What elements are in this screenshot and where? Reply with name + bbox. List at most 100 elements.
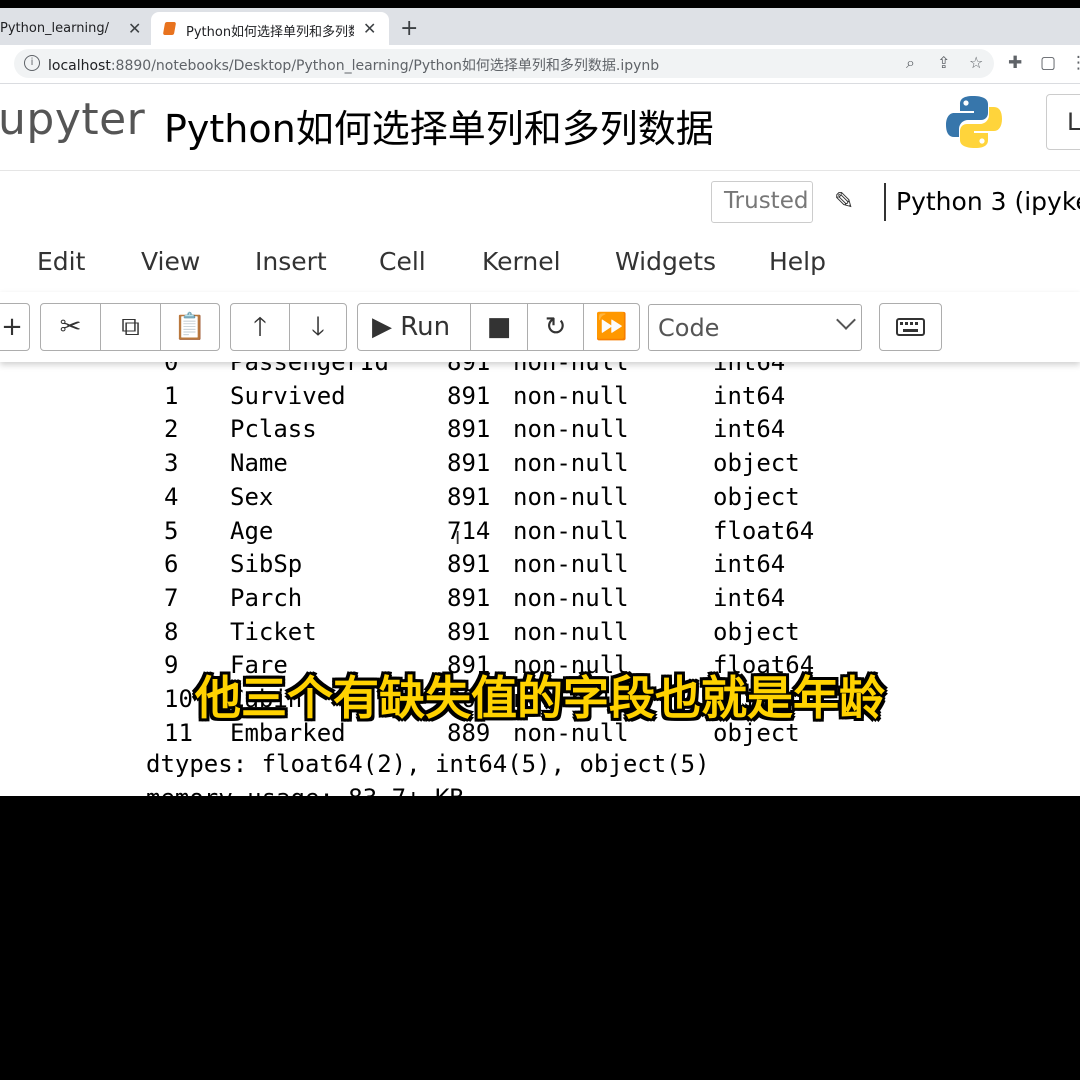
row-index: 7 [164, 583, 179, 612]
pencil-icon[interactable]: ✎ [834, 187, 854, 215]
keyboard-shortcuts-button[interactable] [879, 303, 942, 351]
video-subtitle: 他三个有缺失值的字段也就是年龄 [195, 671, 885, 725]
row-non-null-count: 891 [447, 583, 491, 612]
row-non-null-count: 891 [447, 381, 491, 410]
edit-group: ✂ ⧉ 📋 [40, 303, 220, 351]
trusted-indicator[interactable]: Trusted [711, 181, 813, 223]
row-dtype: object [713, 449, 800, 478]
row-non-null-label: non-null [513, 482, 629, 511]
row-dtype: float64 [713, 516, 815, 545]
row-index: 5 [164, 516, 179, 545]
copy-icon[interactable]: ⧉ [100, 304, 160, 350]
text-cursor-icon: I [455, 528, 461, 549]
run-button[interactable]: ▶ Run [358, 304, 470, 350]
move-up-icon[interactable]: 🡑 [231, 304, 289, 350]
kernel-divider [884, 183, 886, 221]
run-group: ▶ Run ■ ↻ ⏩ [357, 303, 640, 351]
row-column-name: Parch [230, 583, 303, 612]
star-icon[interactable]: ☆ [969, 53, 983, 72]
logout-button[interactable]: L [1046, 94, 1080, 150]
fast-forward-icon[interactable]: ⏩ [583, 304, 639, 350]
notebook-toolbar: + ✂ ⧉ 📋 🡑 🡓 ▶ Run ■ ↻ ⏩ Code [0, 292, 1080, 362]
extension-icon[interactable]: ✚ [1008, 53, 1022, 73]
chevron-down-icon [836, 310, 856, 330]
stop-icon[interactable]: ■ [470, 304, 527, 350]
jupyter-logo[interactable]: upyter [0, 94, 145, 145]
keyboard-icon [896, 318, 925, 336]
row-non-null-label: non-null [513, 617, 629, 646]
sidepanel-icon[interactable]: ▢ [1040, 53, 1056, 73]
add-cell-group: + [0, 303, 30, 351]
cell-type-select[interactable]: Code [648, 304, 862, 351]
row-index: 3 [164, 449, 179, 478]
tab-notebook-active[interactable]: Python如何选择单列和多列数据 ✕ [151, 12, 389, 45]
row-index: 0 [164, 362, 179, 376]
kernel-name[interactable]: Python 3 (ipyker [896, 187, 1080, 216]
row-non-null-label: non-null [513, 362, 629, 376]
menu-view[interactable]: View [141, 247, 200, 276]
share-icon[interactable]: ⇪ [937, 53, 950, 72]
tab-label: Python_learning/ [0, 21, 109, 36]
info-icon[interactable]: i [24, 55, 40, 71]
tab-python-learning[interactable]: Python_learning/ ✕ [0, 12, 150, 45]
row-dtype: int64 [713, 381, 786, 410]
row-non-null-label: non-null [513, 449, 629, 478]
row-index: 4 [164, 482, 179, 511]
row-non-null-label: non-null [513, 550, 629, 579]
menu-bar: Edit View Insert Cell Kernel Widgets Hel… [0, 234, 1080, 293]
tab-strip: Python_learning/ ✕ Python如何选择单列和多列数据 ✕ + [0, 8, 1080, 45]
row-column-name: Sex [230, 482, 274, 511]
row-non-null-count: 714 [447, 516, 491, 545]
row-non-null-label: non-null [513, 381, 629, 410]
row-index: 6 [164, 550, 179, 579]
url-path: :8890/notebooks/Desktop/Python_learning/… [110, 58, 660, 74]
menu-kernel[interactable]: Kernel [482, 247, 561, 276]
tab-label: Python如何选择单列和多列数据 [186, 25, 354, 40]
row-index: 8 [164, 617, 179, 646]
restart-icon[interactable]: ↻ [527, 304, 583, 350]
add-cell-icon[interactable]: + [0, 304, 29, 350]
more-icon[interactable]: ⋮ [1070, 53, 1080, 73]
address-bar[interactable]: i localhost:8890/notebooks/Desktop/Pytho… [14, 49, 994, 78]
notebook-title[interactable]: Python如何选择单列和多列数据 [164, 98, 714, 153]
row-dtype: object [713, 617, 800, 646]
row-non-null-count: 891 [447, 482, 491, 511]
jupyter-header: upyter Python如何选择单列和多列数据 L [0, 84, 1080, 170]
python-logo-icon [946, 96, 1002, 148]
menu-cell[interactable]: Cell [379, 247, 426, 276]
close-tab-icon[interactable]: ✕ [363, 19, 376, 38]
row-column-name: SibSp [230, 550, 303, 579]
row-non-null-label: non-null [513, 583, 629, 612]
menu-help[interactable]: Help [769, 247, 826, 276]
row-column-name: Pclass [230, 415, 317, 444]
row-column-name: PassengerId [230, 362, 389, 376]
menu-insert[interactable]: Insert [255, 247, 327, 276]
new-tab-button[interactable]: + [400, 16, 418, 41]
screen-top-edge [0, 0, 1080, 8]
menu-edit[interactable]: Edit [37, 247, 85, 276]
row-index: 2 [164, 415, 179, 444]
paste-icon[interactable]: 📋 [160, 304, 219, 350]
row-dtype: object [713, 482, 800, 511]
dtypes-line: dtypes: float64(2), int64(5), object(5) [146, 750, 710, 778]
move-down-icon[interactable]: 🡓 [289, 304, 346, 350]
cut-icon[interactable]: ✂ [41, 304, 100, 350]
row-column-name: Name [230, 449, 288, 478]
notebook-favicon-icon [162, 22, 177, 35]
notebook-status-row: Trusted ✎ Python 3 (ipyker [0, 170, 1080, 235]
url-text[interactable]: localhost:8890/notebooks/Desktop/Python_… [48, 55, 659, 75]
close-tab-icon[interactable]: ✕ [128, 19, 141, 38]
browser-window: Python_learning/ ✕ Python如何选择单列和多列数据 ✕ +… [0, 0, 1080, 796]
row-column-name: Ticket [230, 617, 317, 646]
memory-line: memory usage: 83.7+ KB [146, 784, 464, 796]
row-dtype: int64 [713, 415, 786, 444]
row-non-null-label: non-null [513, 415, 629, 444]
row-column-name: Age [230, 516, 274, 545]
row-non-null-label: non-null [513, 516, 629, 545]
row-non-null-count: 891 [447, 550, 491, 579]
cell-output: 0 PassengerId 891 non-null int64 1 Survived 891… [0, 362, 1080, 796]
row-dtype: int64 [713, 550, 786, 579]
menu-widgets[interactable]: Widgets [615, 247, 716, 276]
move-group: 🡑 🡓 [230, 303, 347, 351]
zoom-icon[interactable]: ⌕ [906, 53, 915, 73]
